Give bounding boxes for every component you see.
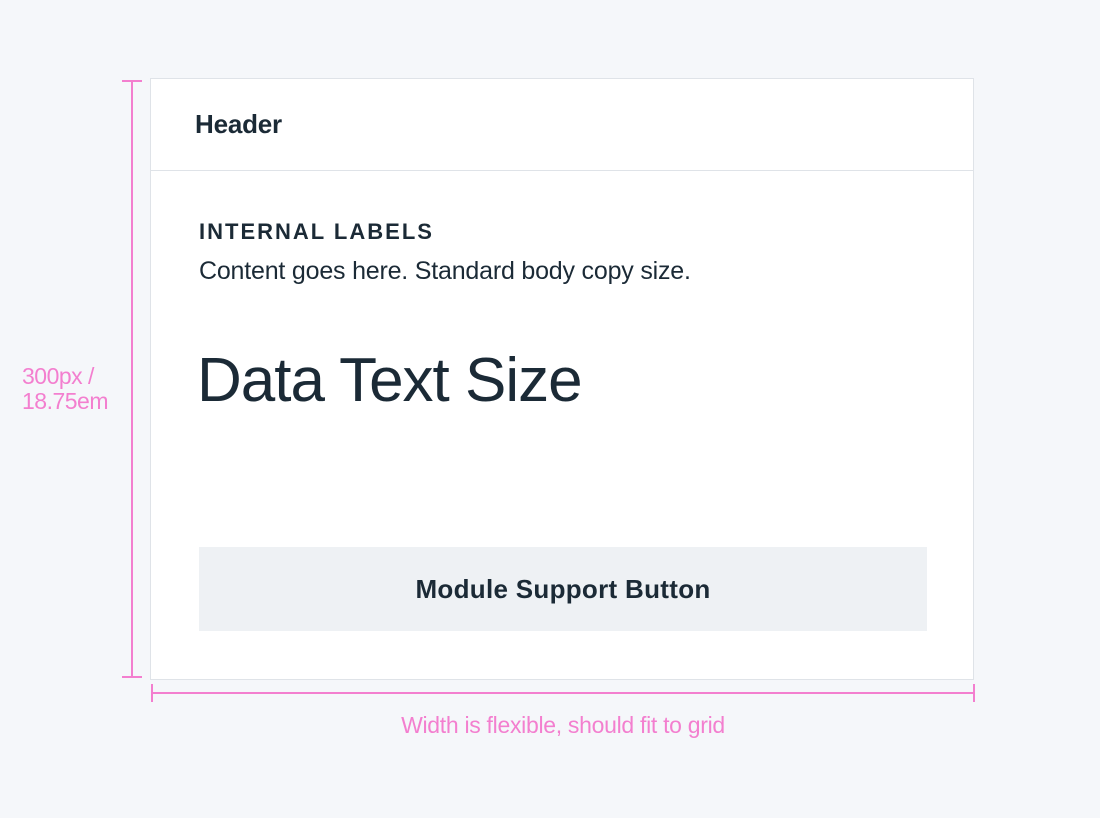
card-header-title: Header [195, 109, 282, 139]
width-dimension-left-tick [151, 684, 153, 702]
width-annotation: Width is flexible, should fit to grid [401, 712, 725, 738]
internal-label: INTERNAL LABELS [199, 219, 434, 244]
width-dimension-right-tick [973, 684, 975, 702]
height-dimension-top-tick [122, 80, 142, 82]
height-annotation-line2: 18.75em [22, 388, 109, 414]
height-annotation-line1: 300px / [22, 363, 94, 389]
height-dimension-line [131, 81, 133, 677]
body-copy-text: Content goes here. Standard body copy si… [199, 257, 691, 285]
height-dimension-bottom-tick [122, 676, 142, 678]
module-card: Header INTERNAL LABELS Content goes here… [150, 78, 974, 680]
height-annotation: 300px / 18.75em [22, 363, 109, 414]
data-text: Data Text Size [197, 346, 583, 415]
card-header: Header [151, 79, 973, 171]
width-dimension-line [152, 692, 975, 694]
module-support-button[interactable]: Module Support Button [199, 547, 927, 631]
